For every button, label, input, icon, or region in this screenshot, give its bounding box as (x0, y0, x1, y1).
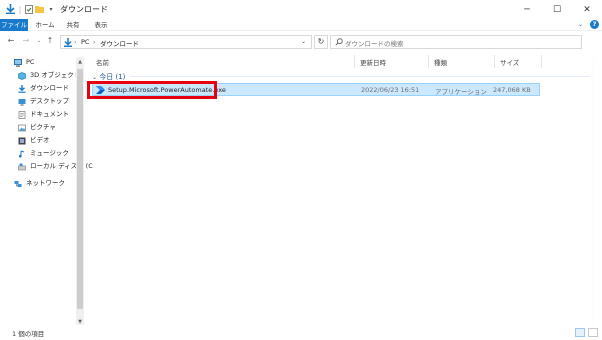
nav-item-label: ビデオ (30, 136, 50, 144)
tab-home[interactable]: ホーム (34, 19, 56, 31)
column-separator[interactable] (428, 55, 429, 68)
item-count: 1 個の項目 (12, 330, 45, 338)
pictures-icon (18, 124, 26, 132)
search-icon (335, 38, 343, 48)
breadcrumb-separator: › (74, 38, 77, 46)
address-bar[interactable]: › PC › ダウンロード ⌄ (60, 35, 312, 49)
properties-icon[interactable] (24, 4, 33, 14)
network-icon (14, 180, 22, 188)
column-header-modified[interactable]: 更新日時 (360, 57, 386, 67)
ribbon-tabs: ファイル ホーム 共有 表示 ⌄ ? (0, 19, 602, 31)
nav-item-videos[interactable]: ビデオ (18, 135, 50, 146)
content-edge (593, 57, 594, 325)
title-bar: | ▾ ダウンロード ─ ☐ ✕ (0, 0, 602, 19)
file-type: アプリケーション (435, 88, 487, 96)
3d-objects-icon (18, 71, 26, 80)
nav-item-pc[interactable]: PC (14, 57, 34, 68)
navigation-pane: PC 3D オブジェクト ダウンロード デスクトップ ドキュメント ピクチャ ビ… (0, 53, 93, 325)
nav-item-network[interactable]: ネットワーク (14, 178, 65, 189)
file-size: 247,068 KB (493, 86, 531, 94)
large-icons-view-button[interactable] (588, 328, 598, 337)
refresh-button[interactable]: ↻ (314, 35, 328, 49)
maximize-button[interactable]: ☐ (542, 0, 572, 19)
download-icon (18, 84, 26, 93)
forward-icon[interactable]: → (20, 36, 32, 45)
column-header-size[interactable]: サイズ (500, 57, 519, 67)
group-divider (130, 76, 590, 77)
nav-item-3d-objects[interactable]: 3D オブジェクト (18, 70, 80, 81)
help-icon[interactable]: ? (590, 20, 599, 29)
download-arrow-icon[interactable] (5, 4, 15, 14)
separator: | (18, 4, 22, 14)
window-title: ダウンロード (60, 5, 108, 14)
address-dropdown-icon[interactable]: ⌄ (301, 38, 306, 45)
download-folder-icon (64, 38, 72, 49)
close-button[interactable]: ✕ (572, 0, 602, 19)
breadcrumb-downloads[interactable]: ダウンロード (100, 38, 139, 48)
local-disk-icon (18, 163, 26, 171)
column-separator[interactable] (494, 55, 495, 68)
desktop-icon (18, 98, 26, 106)
nav-item-label: 3D オブジェクト (30, 71, 81, 79)
music-icon (18, 150, 26, 158)
column-separator[interactable] (354, 55, 355, 68)
new-folder-icon[interactable] (35, 4, 44, 14)
group-collapse-icon[interactable]: ⌄ (92, 74, 97, 81)
ribbon-expand-icon[interactable]: ⌄ (578, 21, 583, 28)
nav-item-label: デスクトップ (30, 97, 69, 105)
nav-item-downloads[interactable]: ダウンロード (18, 83, 69, 94)
nav-item-desktop[interactable]: デスクトップ (18, 96, 69, 107)
quick-access-dropdown-icon[interactable]: ▾ (47, 4, 55, 14)
nav-item-documents[interactable]: ドキュメント (18, 109, 69, 120)
tab-share[interactable]: 共有 (64, 19, 82, 31)
group-label: 今日 (1) (99, 73, 126, 81)
column-separator[interactable] (541, 55, 542, 68)
nav-item-label: ネットワーク (26, 179, 65, 187)
file-modified: 2022/06/23 16:51 (361, 86, 420, 94)
back-icon[interactable]: ← (5, 36, 17, 45)
search-placeholder: ダウンロードの検索 (345, 40, 404, 48)
breadcrumb-pc[interactable]: PC (81, 38, 89, 46)
nav-item-pictures[interactable]: ピクチャ (18, 122, 56, 133)
nav-pane-scrollbar[interactable]: ▲ ▼ (76, 57, 84, 327)
status-bar: 1 個の項目 (0, 325, 602, 340)
nav-item-label: ピクチャ (30, 123, 56, 131)
minimize-button[interactable]: ─ (512, 0, 542, 19)
nav-item-label: PC (26, 58, 35, 66)
videos-icon (18, 137, 26, 145)
nav-item-label: ダウンロード (30, 84, 69, 92)
pc-icon (14, 58, 22, 67)
details-view-button[interactable] (575, 328, 585, 337)
nav-item-label: ドキュメント (30, 110, 69, 118)
navigation-bar: ← → ⌄ ↑ › PC › ダウンロード ⌄ ↻ ダウンロードの検索 (0, 33, 602, 51)
scroll-up-icon[interactable]: ▲ (76, 58, 84, 66)
nav-item-music[interactable]: ミュージック (18, 148, 69, 159)
breadcrumb-separator: › (93, 38, 96, 46)
documents-icon (18, 110, 26, 119)
tab-view[interactable]: 表示 (92, 19, 110, 31)
tab-file[interactable]: ファイル (0, 19, 28, 31)
column-header-type[interactable]: 種類 (434, 57, 447, 67)
up-icon[interactable]: ↑ (44, 36, 56, 45)
scroll-thumb[interactable] (77, 69, 83, 309)
search-input[interactable]: ダウンロードの検索 (330, 35, 582, 49)
highlight-box (87, 81, 217, 99)
column-header-name[interactable]: 名前 (96, 57, 109, 67)
nav-item-label: ミュージック (30, 149, 69, 157)
